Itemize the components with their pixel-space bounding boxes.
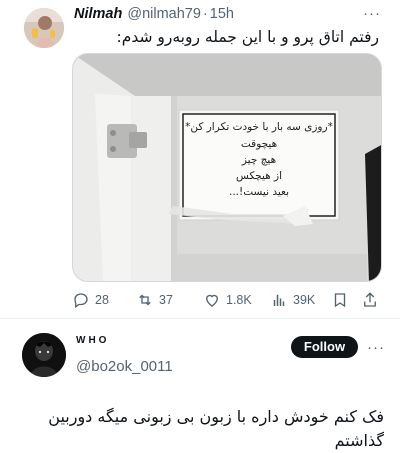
tweet-photo[interactable]: *روزی سه بار با خودت تکرار کن* هیچوقت هی… [72, 53, 382, 282]
reply-button[interactable]: 28 [72, 290, 109, 310]
main-tweet[interactable]: Nilmah @nilmah79 · 15h ··· رفتم اتاق پرو… [0, 0, 400, 318]
reply-text: فک کنم خودش داره با زبون بی زبونی میگه د… [48, 407, 384, 450]
reply-icon [74, 293, 88, 309]
share-icon [364, 292, 376, 307]
share-button[interactable] [361, 290, 379, 310]
like-count: 1.8K [226, 293, 252, 307]
author-avatar[interactable] [24, 8, 64, 48]
author-handle[interactable]: @nilmah79 [127, 6, 201, 22]
views-count: 39K [293, 293, 316, 307]
heart-icon [206, 294, 218, 307]
retweet-button[interactable]: 37 [136, 290, 173, 310]
tweet-text: رفتم اتاق پرو و با این جمله روبه‌رو شدم: [116, 28, 379, 46]
reply-more-options-icon[interactable]: ··· [366, 340, 386, 355]
retweet-icon [139, 294, 151, 306]
bookmark-icon [334, 293, 346, 308]
more-options-icon[interactable]: ··· [362, 6, 382, 21]
reply-author-name[interactable]: WHO [76, 335, 109, 346]
like-button[interactable]: 1.8K [203, 290, 252, 310]
retweet-count: 37 [159, 293, 173, 307]
fitting-room-photo [73, 54, 381, 281]
reply-count: 28 [95, 293, 109, 307]
reply-author-handle[interactable]: @bo2ok_0011 [76, 358, 173, 375]
note-line-2: هیچوقت [240, 138, 278, 150]
header-separator: · [202, 6, 208, 22]
note-line-4: از هیچکس [236, 170, 282, 182]
reply-author-avatar[interactable] [22, 333, 66, 377]
note-line-3: هیچ چیز [241, 154, 277, 166]
tweet-divider [0, 318, 400, 319]
views-icon [273, 294, 285, 306]
tweet-actions: 28 37 1.8K 39K [72, 290, 392, 310]
tweet-timestamp[interactable]: 15h [210, 6, 234, 22]
follow-button[interactable]: Follow [291, 336, 358, 358]
author-name[interactable]: Nilmah [74, 6, 122, 22]
views-button[interactable]: 39K [270, 290, 315, 310]
tweet-header: Nilmah @nilmah79 · 15h [74, 5, 374, 23]
note-line-1: *روزی سه بار با خودت تکرار کن* [185, 121, 333, 133]
note-line-5: بعید نیست!... [229, 186, 289, 198]
bookmark-button[interactable] [331, 290, 349, 310]
